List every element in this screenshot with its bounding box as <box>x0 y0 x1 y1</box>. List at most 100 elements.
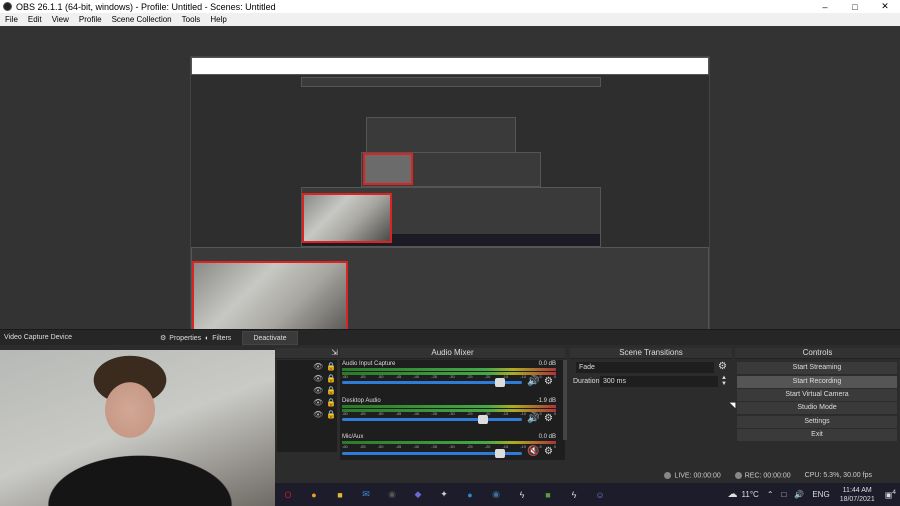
eye-icon[interactable]: 👁 <box>313 374 323 383</box>
deactivate-button[interactable]: Deactivate <box>242 331 298 345</box>
nested-level-1 <box>301 77 601 87</box>
mixer-track: Desktop Audio -1.9 dB -60 -55 -50 -45 -40 -35… <box>340 397 560 432</box>
mail-icon[interactable]: ✉ <box>359 488 373 502</box>
gear-icon[interactable]: ⚙ <box>718 361 727 372</box>
gear-icon: ⚙ <box>160 335 167 342</box>
start-recording-button[interactable]: Start Recording <box>737 376 897 388</box>
clock[interactable]: 11:44 AM 18/07/2021 <box>840 486 875 504</box>
dock-undock-icon[interactable]: ⇲ <box>331 348 338 357</box>
volume-fader[interactable] <box>342 378 522 387</box>
lightning-icon[interactable]: ϟ <box>515 488 529 502</box>
language-indicator[interactable]: ENG <box>812 490 829 499</box>
filter-icon: ◐ <box>205 334 210 342</box>
obs-icon[interactable]: ◉ <box>385 488 399 502</box>
title-bar: OBS 26.1.1 (64-bit, windows) - Profile: … <box>0 0 900 13</box>
menu-tools[interactable]: Tools <box>177 15 206 24</box>
network-icon[interactable]: □ <box>782 490 787 499</box>
mixer-scrollbar[interactable] <box>563 360 567 440</box>
notifications-icon[interactable]: ▣4 <box>885 489 896 500</box>
menu-profile[interactable]: Profile <box>74 15 107 24</box>
duration-input[interactable]: 300 ms <box>600 376 718 387</box>
vu-ticks: -60 -55 -50 -45 -40 -35 -30 -25 -20 -15 -10 -5 0 <box>342 411 556 416</box>
mixer-title: Audio Mixer <box>431 348 474 357</box>
lock-icon[interactable]: 🔒 <box>326 386 336 395</box>
volume-fader[interactable] <box>342 415 522 424</box>
fader-knob[interactable] <box>495 378 505 387</box>
volume-icon[interactable]: 🔊 <box>794 490 804 499</box>
visual-studio-icon[interactable]: ✦ <box>437 488 451 502</box>
track-name: Audio Input Capture <box>342 361 396 367</box>
controls-dock-title: Controls <box>735 348 900 359</box>
clock-time: 11:44 AM <box>842 486 872 494</box>
exit-button[interactable]: Exit <box>737 429 897 441</box>
filters-button[interactable]: ◐ Filters <box>205 332 231 344</box>
scenes-dock-title: ⇲ <box>275 348 338 359</box>
close-button[interactable]: ✕ <box>870 1 900 12</box>
speaker-icon[interactable]: 🔊 <box>527 413 539 424</box>
steam-icon[interactable]: ◉ <box>489 488 503 502</box>
vu-ticks: -60 -55 -50 -45 -40 -35 -30 -25 -20 -15 -10 -5 0 <box>342 374 556 379</box>
weather-icon[interactable]: ☁ <box>728 489 738 500</box>
lock-icon[interactable]: 🔒 <box>326 374 336 383</box>
nested-title-bar <box>191 57 709 75</box>
app-icon[interactable]: ◆ <box>411 488 425 502</box>
nested-webcam-3 <box>363 153 413 185</box>
weather-temp[interactable]: 11°C <box>742 490 759 499</box>
start-virtual-camera-button[interactable]: Start Virtual Camera <box>737 389 897 401</box>
source-list[interactable]: 👁 🔒 👁 🔒 👁 🔒 👁 🔒 👁 🔒 <box>277 360 337 452</box>
lock-icon[interactable]: 🔒 <box>326 410 336 419</box>
duration-spinner[interactable]: ▲ ▼ <box>721 375 727 387</box>
fader-knob[interactable] <box>495 449 505 458</box>
fader-knob[interactable] <box>478 415 488 424</box>
gear-icon[interactable]: ⚙ <box>544 413 553 424</box>
chrome-icon[interactable]: ● <box>307 488 321 502</box>
track-db: 0.0 dB <box>538 434 556 440</box>
menu-help[interactable]: Help <box>205 15 231 24</box>
settings-button[interactable]: Settings <box>737 416 897 428</box>
track-name: Mic/Aux <box>342 434 364 440</box>
minimize-button[interactable]: – <box>810 2 840 12</box>
properties-label: Properties <box>169 334 202 342</box>
menu-view[interactable]: View <box>47 15 74 24</box>
discord-icon[interactable]: ☺ <box>593 488 607 502</box>
eye-icon[interactable]: 👁 <box>313 362 323 371</box>
track-name: Desktop Audio <box>342 398 381 404</box>
volume-fader[interactable] <box>342 449 522 458</box>
speaker-icon[interactable]: 🔊 <box>527 376 539 387</box>
gear-icon[interactable]: ⚙ <box>544 376 553 387</box>
source-toolbar: Video Capture Device ⚙ Properties ◐ Filt… <box>0 329 900 345</box>
vu-ticks: -60 -55 -50 -45 -40 -35 -30 -25 -20 -15 -10 -5 0 <box>342 444 556 449</box>
opera-icon[interactable]: O <box>281 488 295 502</box>
rec-time: REC: 00:00:00 <box>744 472 791 480</box>
preview-canvas[interactable] <box>0 26 900 351</box>
nested-level-2 <box>366 117 516 157</box>
eye-icon[interactable]: 👁 <box>313 398 323 407</box>
lock-icon[interactable]: 🔒 <box>326 362 336 371</box>
speaker-muted-icon[interactable]: 🔇 <box>527 446 539 457</box>
minecraft-icon[interactable]: ■ <box>541 488 555 502</box>
track-db: -1.9 dB <box>536 398 556 404</box>
maximize-button[interactable]: □ <box>840 2 870 12</box>
eye-icon[interactable]: 👁 <box>313 410 323 419</box>
gear-icon[interactable]: ⚙ <box>544 446 553 457</box>
track-db: 0.0 dB <box>538 361 556 367</box>
lock-icon[interactable]: 🔒 <box>326 398 336 407</box>
menu-edit[interactable]: Edit <box>23 15 47 24</box>
eye-icon[interactable]: 👁 <box>313 386 323 395</box>
live-time: LIVE: 00:00:00 <box>674 472 721 480</box>
studio-mode-button[interactable]: Studio Mode <box>737 402 897 414</box>
lightning-icon-2[interactable]: ϟ <box>567 488 581 502</box>
properties-button[interactable]: ⚙ Properties <box>160 332 201 344</box>
taskbar-apps: O ● ■ ✉ ◉ ◆ ✦ ● ◉ ϟ ■ ϟ ☺ <box>275 488 613 502</box>
app-icon-2[interactable]: ● <box>463 488 477 502</box>
transition-select[interactable]: Fade <box>576 362 714 373</box>
file-explorer-icon[interactable]: ■ <box>333 488 347 502</box>
rec-indicator-icon <box>734 471 742 479</box>
nested-webcam-4 <box>302 193 392 243</box>
start-streaming-button[interactable]: Start Streaming <box>737 362 897 374</box>
menu-scene-collection[interactable]: Scene Collection <box>107 15 177 24</box>
tray-chevron-icon[interactable]: ⌃ <box>767 490 774 499</box>
menu-file[interactable]: File <box>0 15 23 24</box>
nested-preview <box>190 56 710 351</box>
menu-bar: File Edit View Profile Scene Collection … <box>0 13 900 26</box>
